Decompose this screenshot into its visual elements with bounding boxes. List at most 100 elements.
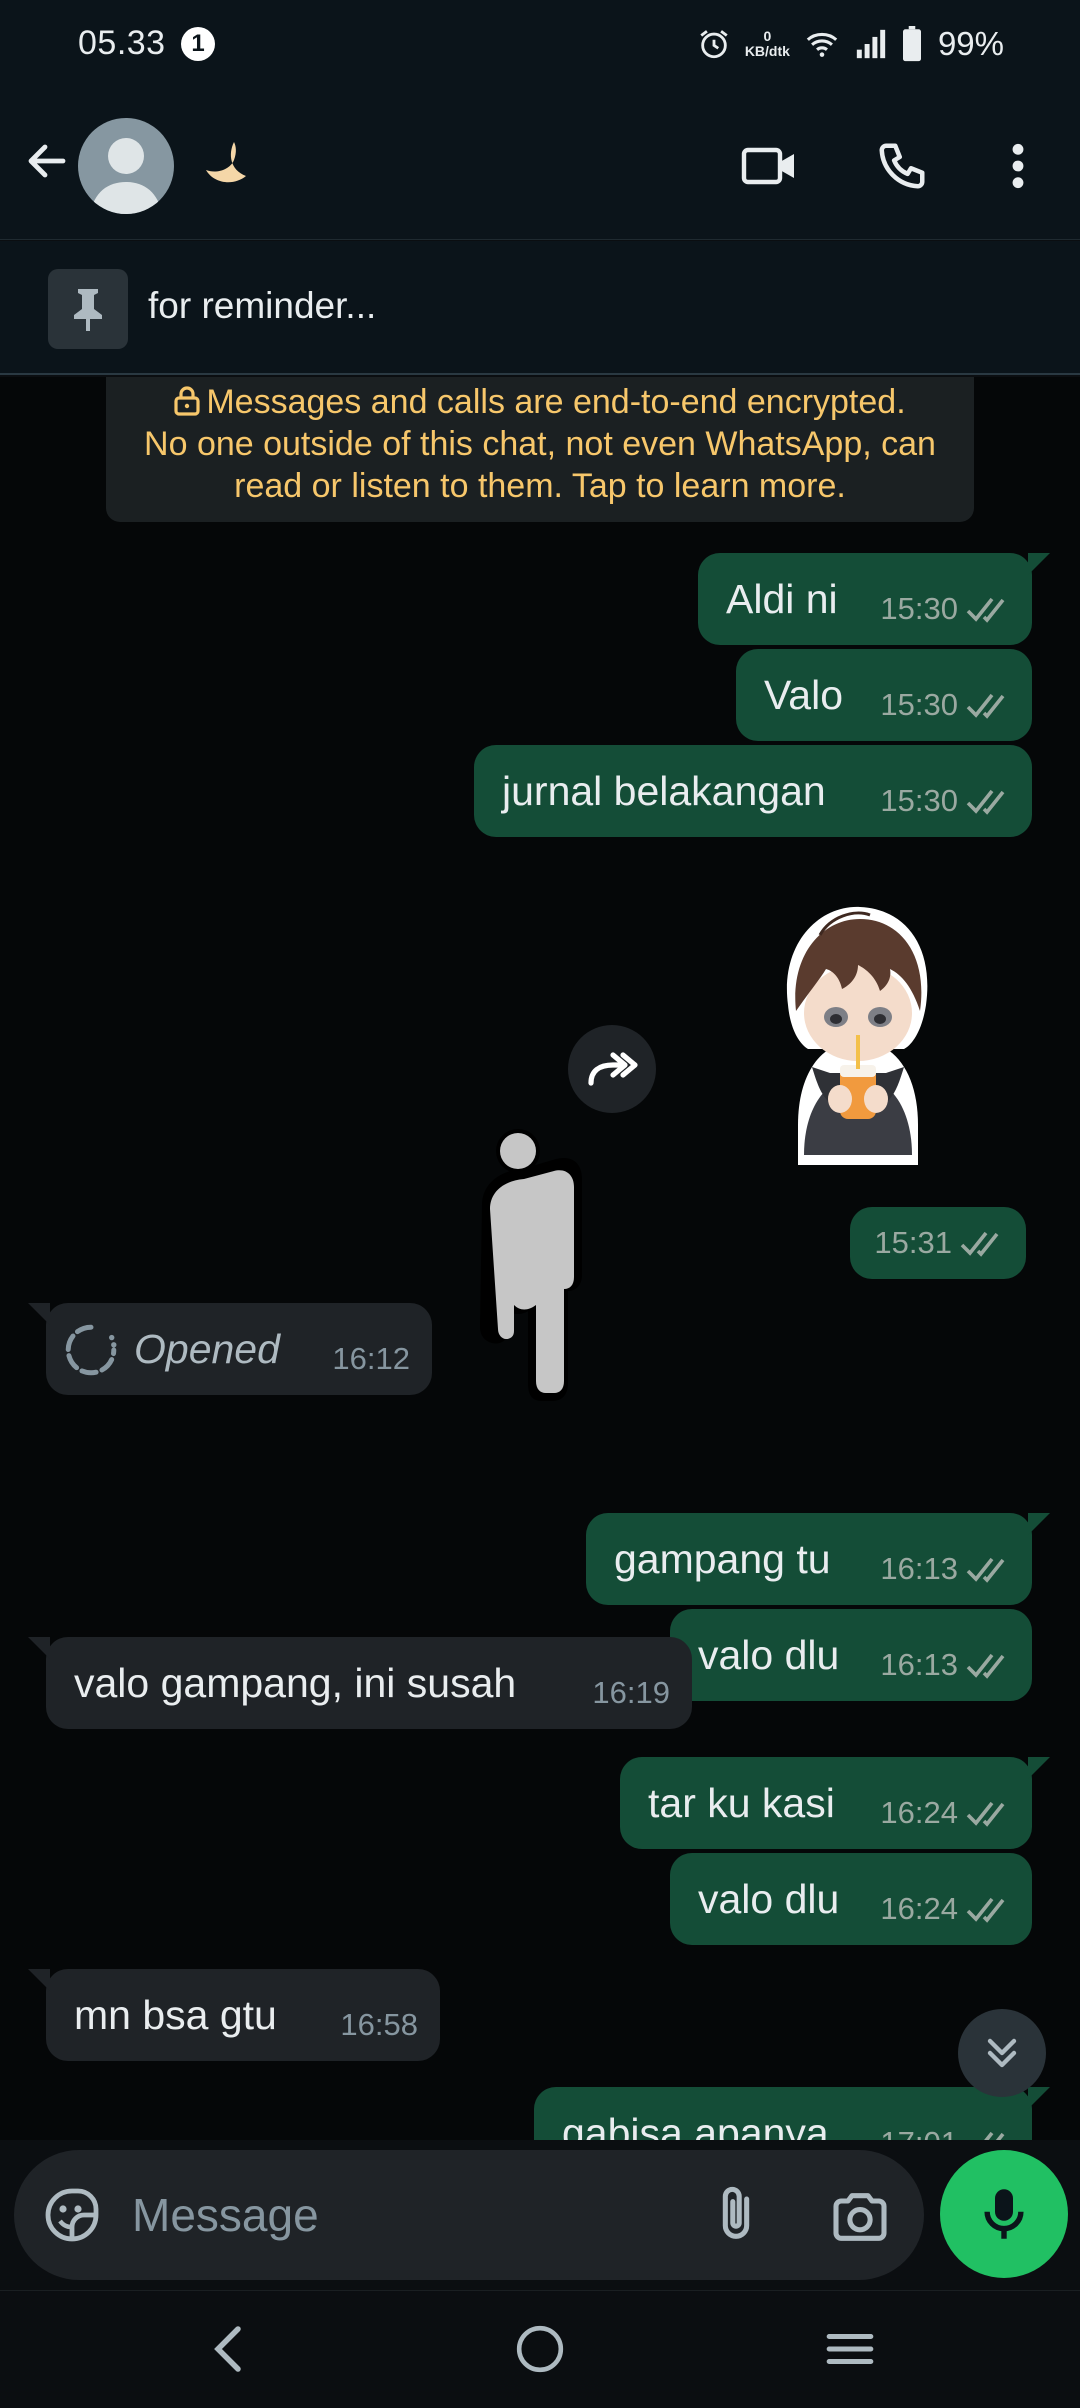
message-time: 15:31 (874, 1225, 952, 1260)
message-time: 16:24 (880, 1891, 958, 1926)
network-speed-value: 0 (763, 28, 772, 44)
message-bubble-outgoing[interactable]: valo dlu 16:24 (670, 1853, 1032, 1945)
message-text: jurnal belakangan (502, 768, 826, 814)
bubble-tail (28, 1637, 50, 1659)
message-text: Valo (764, 672, 844, 718)
bubble-tail (1028, 1513, 1050, 1535)
paperclip-icon (722, 2186, 750, 2239)
view-once-opened-icon (65, 1324, 117, 1376)
video-call-icon (741, 147, 794, 185)
camera-button[interactable] (828, 2185, 892, 2249)
chat-header (0, 90, 1080, 240)
sticker-timestamp: 15:31 (850, 1207, 1026, 1279)
message-text: gampang tu (614, 1536, 831, 1582)
message-time: 17:01 (880, 2097, 958, 2140)
encryption-line-1: Messages and calls are end-to-end encryp… (106, 381, 974, 423)
message-text: valo dlu (698, 1632, 840, 1678)
video-call-button[interactable] (738, 134, 802, 198)
contact-name-moon[interactable] (196, 134, 252, 190)
sticker-message[interactable] (468, 1125, 618, 1403)
network-speed-unit: KB/dtk (744, 43, 790, 59)
pinned-message-bar[interactable]: for reminder... (0, 241, 1080, 375)
double-check-icon (966, 693, 1005, 719)
message-time: 16:12 (332, 1341, 410, 1376)
attach-button[interactable] (704, 2183, 768, 2247)
nav-back-icon (214, 2326, 241, 2372)
crescent-moon-icon (206, 142, 246, 183)
voice-message-button[interactable] (940, 2150, 1068, 2278)
nav-home-button[interactable] (500, 2313, 580, 2385)
message-text: valo gampang, ini susah (74, 1660, 517, 1706)
bubble-tail (1028, 553, 1050, 575)
message-text: Aldi ni (726, 576, 838, 622)
double-check-icon (960, 1231, 999, 1257)
message-input-container (14, 2150, 924, 2280)
message-time: 15:30 (880, 783, 958, 818)
message-bubble-outgoing[interactable]: gabisa apanya 17:01 (534, 2087, 1050, 2140)
contact-avatar[interactable] (78, 118, 174, 214)
message-text: Opened (134, 1326, 280, 1372)
sticker-smile-icon (45, 2188, 99, 2242)
message-bubble-outgoing[interactable]: tar ku kasi 16:24 (620, 1757, 1050, 1849)
double-check-icon (966, 1897, 1005, 1923)
message-time: 15:30 (880, 687, 958, 722)
sticker-emoji-button[interactable] (42, 2185, 102, 2245)
system-navigation-bar (0, 2290, 1080, 2408)
message-meta: 15:30 (880, 563, 1010, 655)
message-meta: 16:12 (332, 1313, 410, 1405)
nav-recents-button[interactable] (810, 2313, 890, 2385)
lock-icon (174, 386, 200, 416)
double-check-icon (966, 1557, 1005, 1583)
status-bar: 05.33 1 0 KB/dtk 99% (0, 0, 1080, 90)
scroll-to-bottom-button[interactable] (958, 2009, 1046, 2097)
encryption-notice[interactable]: Messages and calls are end-to-end encryp… (106, 377, 974, 522)
sticker-message[interactable] (768, 895, 948, 1169)
bubble-tail (28, 1303, 50, 1325)
message-bubble-incoming-view-once[interactable]: Opened 16:12 (28, 1303, 432, 1395)
voice-call-icon (879, 143, 925, 189)
message-text: mn bsa gtu (74, 1992, 277, 2038)
voice-call-button[interactable] (870, 134, 934, 198)
battery-percentage: 99% (937, 25, 1004, 62)
bubble-tail (28, 1969, 50, 1991)
anime-boy-sticker-image (786, 906, 928, 1165)
status-time: 05.33 (78, 24, 166, 62)
message-bubble-outgoing[interactable]: jurnal belakangan 15:30 (474, 745, 1032, 837)
message-bubble-incoming[interactable]: mn bsa gtu 16:58 (28, 1969, 440, 2061)
network-speed: 0 KB/dtk (745, 29, 790, 59)
pin-badge (48, 269, 128, 349)
message-meta: 16:13 (880, 1619, 1010, 1711)
double-check-icon (966, 597, 1005, 623)
message-text: gabisa apanya (562, 2110, 829, 2140)
message-meta: 15:30 (880, 755, 1010, 847)
notification-badge: 1 (181, 27, 215, 61)
more-options-icon (1012, 143, 1024, 189)
message-meta: 16:19 (592, 1647, 670, 1739)
message-bubble-outgoing[interactable]: Valo 15:30 (736, 649, 1032, 741)
message-time: 16:19 (592, 1675, 670, 1710)
double-chevron-down-icon (987, 2038, 1017, 2068)
message-time: 16:13 (880, 1647, 958, 1682)
pin-icon (74, 289, 102, 331)
message-input[interactable] (132, 2180, 672, 2250)
nav-back-button[interactable] (188, 2313, 268, 2385)
message-text: tar ku kasi (648, 1780, 835, 1826)
status-icons: 0 KB/dtk 99% (697, 22, 1004, 66)
forward-button[interactable] (568, 1025, 656, 1113)
message-meta: 16:13 (880, 1523, 1010, 1615)
chat-area[interactable]: Messages and calls are end-to-end encryp… (0, 377, 1080, 2140)
back-button[interactable] (20, 134, 74, 188)
message-bubble-outgoing[interactable]: valo dlu 16:13 (670, 1609, 1032, 1701)
message-time: 16:13 (880, 1551, 958, 1586)
standing-figure-sticker-image (480, 1129, 582, 1401)
message-bubble-outgoing[interactable]: Aldi ni 15:30 (698, 553, 1050, 645)
back-arrow-icon (28, 144, 66, 178)
double-check-icon (966, 1653, 1005, 1679)
forward-icon (588, 1052, 638, 1086)
nav-home-icon (516, 2325, 564, 2373)
message-time: 16:58 (340, 2007, 418, 2042)
message-bubble-outgoing[interactable]: gampang tu 16:13 (586, 1513, 1050, 1605)
more-options-button[interactable] (986, 134, 1050, 198)
bubble-tail (1028, 2087, 1050, 2109)
message-bubble-incoming[interactable]: valo gampang, ini susah 16:19 (28, 1637, 692, 1729)
